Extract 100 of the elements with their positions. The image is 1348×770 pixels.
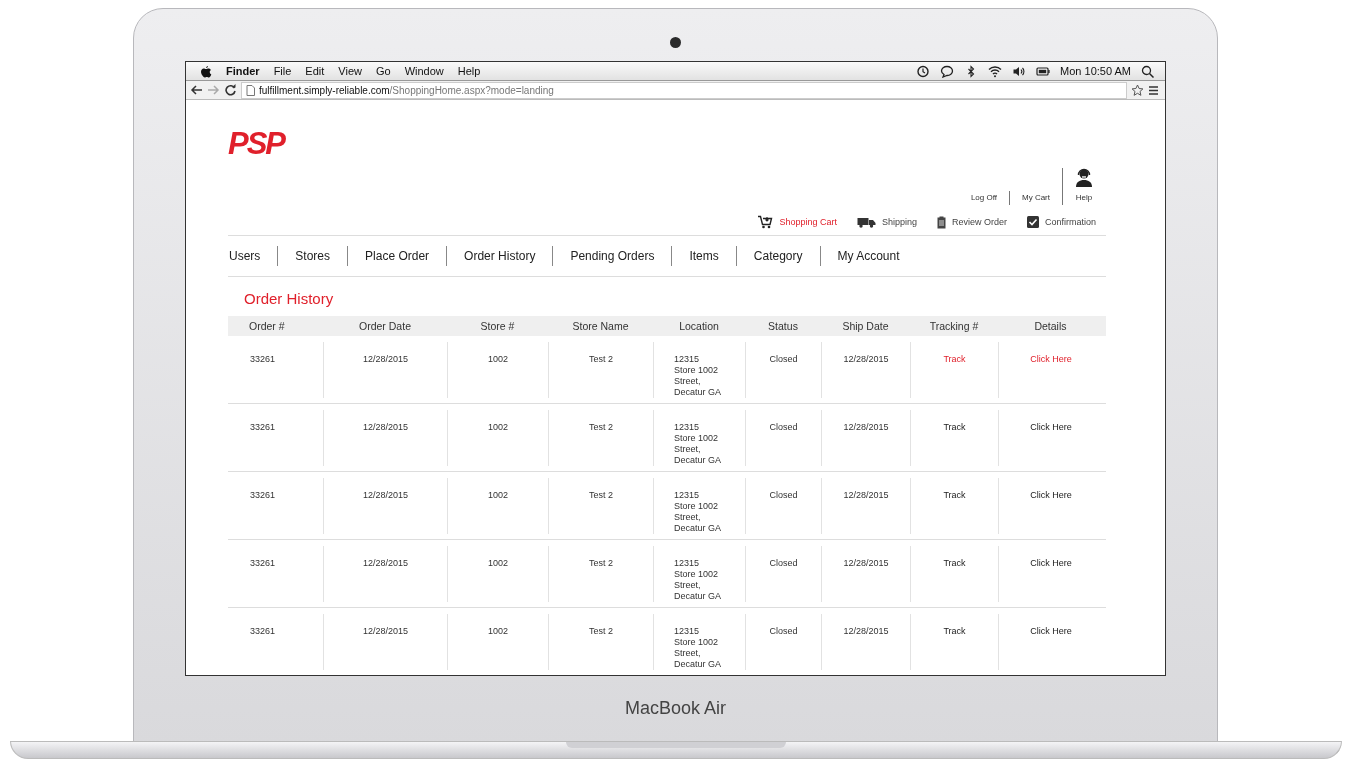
table-cell: 12/28/2015 [843,422,889,432]
table-cell: 33261 [250,626,276,636]
menu-icon[interactable] [1148,84,1159,96]
table-link[interactable]: Track [943,626,966,636]
column-header: Location [678,320,720,332]
star-icon[interactable] [1131,83,1144,97]
psp-logo[interactable]: PSP [228,124,285,164]
table-cell: Closed [769,558,798,568]
checkbox-icon [1026,216,1039,228]
table-cell: 12/28/2015 [362,354,408,364]
address-bar[interactable]: fulfillment.simply-reliable.com/ShoppingHome.aspx?mode=landing [241,81,1127,99]
menu-item[interactable]: Window [404,65,444,77]
table-cell: Test 2 [589,626,613,636]
nav-item[interactable]: Items [671,246,736,266]
page-title: Order History [244,290,335,309]
page-icon [246,84,255,96]
table-link[interactable]: Click Here [1030,626,1072,636]
wifi-icon[interactable] [988,64,1003,78]
table-cell: 12315 Store 1002 Street, Decatur GA [674,490,722,533]
url-host: fulfillment.simply-reliable.com [259,84,390,96]
account-link[interactable]: Log Off [970,191,997,205]
column-header: Store # [479,320,516,332]
account-link[interactable]: My Cart [1022,191,1050,205]
table-cell: Test 2 [589,422,613,432]
speaker-icon[interactable] [1012,64,1027,78]
table-link[interactable]: Click Here [1030,558,1072,568]
table-cell: 12/28/2015 [843,354,889,364]
camera-icon [670,37,681,48]
nav-item[interactable]: My Account [819,246,917,266]
menu-item[interactable]: File [273,65,292,77]
table-link[interactable]: Track [943,490,966,500]
nav-item[interactable]: Pending Orders [552,246,672,266]
table-cell: Test 2 [589,354,613,364]
table-cell: 1002 [488,354,508,364]
menu-app-name[interactable]: Finder [226,65,260,77]
table-link[interactable]: Click Here [1030,490,1072,500]
table-cell: Closed [769,626,798,636]
nav-item[interactable]: Place Order [347,246,447,266]
column-header: Details [1033,320,1068,332]
table-cell: 12315 Store 1002 Street, Decatur GA [674,626,722,669]
table-cell: 1002 [488,490,508,500]
table-cell: 12315 Store 1002 Street, Decatur GA [674,558,722,601]
table-cell: 1002 [488,558,508,568]
menu-clock[interactable]: Mon 10:50 AM [1060,65,1131,77]
menu-item[interactable]: Edit [305,65,325,77]
table-cell: Closed [769,422,798,432]
table-cell: 12/28/2015 [362,558,408,568]
checkout-step[interactable]: Shipping [856,215,917,229]
apple-icon[interactable] [200,64,212,78]
nav-item[interactable]: Stores [277,246,348,266]
table-cell: Closed [769,490,798,500]
battery-icon[interactable] [1036,64,1051,78]
column-header: Tracking # [928,320,980,332]
table-link[interactable]: Track [943,558,966,568]
table-link[interactable]: Click Here [1030,354,1072,364]
nav-item[interactable]: Order History [446,246,553,266]
table-cell: 33261 [250,354,276,364]
table-cell: 12/28/2015 [362,490,408,500]
table-cell: 1002 [488,422,508,432]
table-link[interactable]: Track [943,354,966,364]
table-cell: 1002 [488,626,508,636]
table-cell: 12/28/2015 [362,626,408,636]
reload-icon[interactable] [224,84,237,96]
search-icon[interactable] [1141,64,1155,78]
truck-icon [856,216,876,228]
column-header: Ship Date [841,320,890,332]
table-cell: 12/28/2015 [362,422,408,432]
table-link[interactable]: Track [943,422,966,432]
menu-item[interactable]: Help [457,65,481,77]
column-header: Order Date [358,320,412,332]
table-cell: 33261 [250,558,276,568]
menu-item[interactable]: View [338,65,362,77]
clipboard-icon [936,215,946,229]
menu-item[interactable]: Go [376,65,391,77]
table-cell: 12315 Store 1002 Street, Decatur GA [674,422,722,465]
checkout-step[interactable]: Shopping Cart [757,215,837,229]
column-header: Status [767,320,799,332]
person-icon[interactable] [1075,168,1093,187]
table-cell: 12315 Store 1002 Street, Decatur GA [674,354,722,397]
table-cell: Closed [769,354,798,364]
nav-item[interactable]: Users [228,246,278,266]
table-cell: 12/28/2015 [843,490,889,500]
table-cell: 33261 [250,422,276,432]
account-link[interactable]: Help [1075,191,1093,205]
table-cell: 12/28/2015 [843,558,889,568]
table-cell: 33261 [250,490,276,500]
column-header: Order # [248,320,286,332]
table-cell: Test 2 [589,558,613,568]
clock-icon[interactable] [916,64,931,78]
nav-item[interactable]: Category [735,246,820,266]
checkout-step[interactable]: Confirmation [1026,215,1096,229]
table-link[interactable]: Click Here [1030,422,1072,432]
laptop-label: MacBook Air [624,698,726,719]
cart-icon [757,215,774,229]
table-cell: Test 2 [589,490,613,500]
url-path: /ShoppingHome.aspx?mode=landing [389,84,554,96]
checkout-step[interactable]: Review Order [936,215,1007,229]
column-header: Store Name [571,320,630,332]
chat-bubble-icon[interactable] [940,64,955,78]
back-arrow-icon[interactable] [190,84,203,96]
